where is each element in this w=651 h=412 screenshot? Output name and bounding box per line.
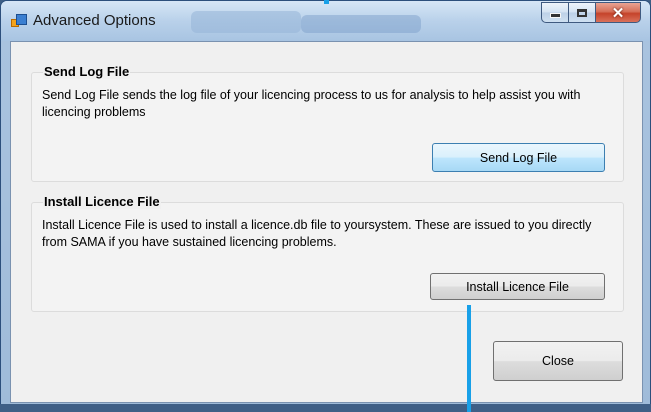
pointer-line [467, 305, 471, 412]
maximize-button[interactable] [568, 2, 595, 23]
send-log-button[interactable]: Send Log File [432, 143, 605, 172]
advanced-options-window: Advanced Options ✕ Send Log File Send Lo… [0, 0, 651, 412]
install-licence-group-title: Install Licence File [43, 194, 161, 209]
install-licence-description: Install Licence File is used to install … [42, 218, 592, 249]
title-bar[interactable]: Advanced Options ✕ [1, 1, 650, 41]
background-blur [301, 15, 421, 33]
app-window-icon[interactable] [11, 14, 27, 28]
install-licence-group: Install Licence File Install Licence Fil… [31, 194, 624, 312]
send-log-description: Send Log File sends the log file of your… [42, 88, 581, 119]
send-log-group-title: Send Log File [43, 64, 131, 79]
maximize-icon [577, 8, 587, 17]
send-log-group: Send Log File Send Log File sends the lo… [31, 64, 624, 182]
minimize-button[interactable] [541, 2, 568, 23]
close-button[interactable]: Close [493, 341, 623, 381]
install-licence-button[interactable]: Install Licence File [430, 273, 605, 300]
dialog-client-area: Send Log File Send Log File sends the lo… [10, 41, 643, 403]
app-icon-square-blue [16, 14, 27, 25]
caption-buttons: ✕ [541, 2, 641, 23]
minimize-icon [549, 13, 561, 18]
window-title: Advanced Options [33, 12, 156, 29]
close-icon: ✕ [611, 4, 625, 22]
background-blur [191, 11, 301, 33]
pointer-line-top [324, 0, 329, 4]
close-window-button[interactable]: ✕ [595, 2, 641, 23]
desktop-background [0, 404, 651, 412]
